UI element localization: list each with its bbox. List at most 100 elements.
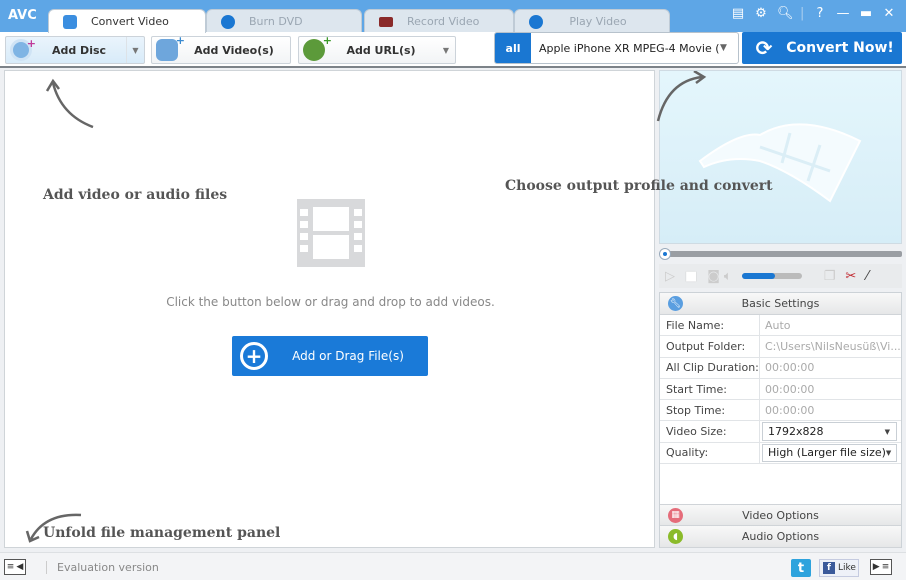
quality-value: High (Larger file size) [768, 446, 886, 460]
list-icon: ≡ [6, 562, 15, 572]
close-icon[interactable]: ✕ [882, 6, 896, 21]
arrow-left-icon: ◀ [16, 562, 24, 572]
output-folder-value: C:\Users\NilsNeusüß\Vi... [765, 339, 901, 353]
setting-label: All Clip Duration: [660, 357, 760, 378]
maximize-icon[interactable]: ▬ [859, 6, 873, 21]
hint-add-files: Add video or audio files [43, 187, 228, 203]
film-icon: ▦ [668, 507, 683, 523]
globe-icon: + [303, 34, 332, 61]
settings-panel: 🔧︎ Basic Settings File Name: Auto Output … [659, 292, 902, 548]
tab-record-video[interactable]: Record Video [364, 9, 514, 33]
chevron-down-icon[interactable]: ▼ [126, 37, 144, 63]
add-videos-label: Add Video(s) [194, 43, 274, 57]
disc-icon [221, 14, 235, 29]
refresh-icon: ⟳ [755, 36, 773, 60]
add-url-label: Add URL(s) [346, 43, 416, 57]
seek-track[interactable] [665, 251, 902, 257]
add-url-button[interactable]: + Add URL(s) ▼ [298, 34, 456, 64]
gear-icon[interactable]: ⚙ [754, 6, 768, 21]
help-icon[interactable]: ? [813, 6, 827, 21]
volume-slider[interactable] [741, 273, 802, 279]
unfold-panel-button[interactable]: ≡ ◀ [4, 559, 26, 575]
add-disc-button[interactable]: + Add Disc ▼ [5, 36, 145, 64]
video-size-value: 1792x828 [768, 425, 824, 439]
play-icon[interactable]: ▷ [665, 269, 675, 284]
status-bar: ≡ ◀ Evaluation version t f Like ▶ ≡ [0, 552, 906, 580]
basic-settings-header[interactable]: 🔧︎ Basic Settings [660, 293, 901, 315]
audio-options-header[interactable]: ◖ Audio Options [660, 526, 901, 548]
evaluation-label: Evaluation version [46, 561, 159, 574]
arrow-right-icon: ▶ [872, 562, 880, 572]
disc-icon: + [10, 37, 36, 61]
filmstrip-icon [698, 123, 862, 203]
file-list-area[interactable]: Add video or audio files Choose output p… [4, 70, 773, 548]
skin-icon[interactable]: ▤ [731, 6, 745, 21]
setting-clip-duration: All Clip Duration: 00:00:00 [660, 357, 901, 379]
key-icon[interactable]: 🔍︎ [777, 6, 794, 21]
setting-quality: Quality: High (Larger file size) ▼ [660, 442, 901, 465]
facebook-icon: f [823, 562, 835, 574]
add-or-drag-files-button[interactable]: + Add or Drag File(s) [232, 336, 428, 376]
setting-label: Start Time: [660, 378, 760, 400]
film-icon: + [156, 34, 185, 61]
plus-circle-icon: + [240, 342, 268, 370]
app-logo: AVC [8, 8, 37, 23]
hint-choose-profile: Choose output profile and convert [505, 178, 773, 194]
setting-label: Quality: [660, 442, 760, 464]
seek-handle[interactable] [659, 248, 671, 260]
tab-label: Play Video [569, 15, 627, 28]
magic-wand-icon[interactable]: ⁄ [866, 269, 868, 284]
setting-output-folder: Output Folder:C:\Users\NilsNeusüß\Vi...▬ [660, 336, 901, 358]
like-label: Like [838, 563, 856, 573]
twitter-icon[interactable]: t [791, 559, 811, 577]
video-size-select[interactable]: 1792x828 ▼ [762, 422, 897, 441]
convert-label: Convert Now! [786, 40, 894, 56]
file-name-field[interactable]: Auto [760, 315, 901, 335]
arrow-hint-icon [45, 78, 94, 129]
video-options-header[interactable]: ▦ Video Options [660, 504, 901, 526]
convert-icon [63, 14, 77, 29]
seek-bar[interactable] [659, 248, 902, 260]
stop-time-field[interactable]: 00:00:00 [760, 400, 901, 420]
tab-label: Convert Video [91, 15, 169, 28]
tab-burn-dvd[interactable]: Burn DVD [206, 9, 362, 33]
chevron-down-icon: ▼ [885, 448, 892, 457]
snapshot-icon[interactable]: ◙ [707, 269, 720, 284]
window-controls: ▤ ⚙ 🔍︎ | ? — ▬ ✕ [731, 6, 896, 21]
film-icon [297, 199, 365, 267]
overlay-icon[interactable]: ❐ [824, 269, 836, 284]
drop-instructions: Click the button below or drag and drop … [166, 295, 495, 309]
video-preview [656, 70, 902, 244]
tab-convert-video[interactable]: Convert Video [48, 9, 206, 33]
list-icon: ≡ [881, 562, 890, 572]
output-folder-field[interactable]: C:\Users\NilsNeusüß\Vi...▬ [760, 336, 901, 356]
section-title: Video Options [742, 508, 819, 522]
start-time-field[interactable]: 00:00:00 [760, 379, 901, 399]
quality-select[interactable]: High (Larger file size) ▼ [762, 443, 897, 463]
section-title: Audio Options [741, 530, 820, 543]
output-profile-select[interactable]: all Apple iPhone XR MPEG-4 Movie (*.m...… [494, 32, 739, 64]
toggle-right-panel-button[interactable]: ▶ ≡ [870, 559, 892, 575]
add-videos-button[interactable]: + Add Video(s) [151, 34, 291, 64]
tab-label: Burn DVD [249, 15, 303, 28]
convert-now-button[interactable]: ⟳ Convert Now! [742, 32, 902, 64]
volume-fill [741, 273, 775, 279]
hint-unfold-panel: Unfold file management panel [43, 525, 281, 541]
setting-label: Stop Time: [660, 400, 760, 421]
volume-icon[interactable]: 🔈︎ [724, 269, 732, 284]
facebook-like-button[interactable]: f Like [819, 559, 859, 577]
setting-video-size: Video Size: 1792x828 ▼ [660, 421, 901, 443]
tab-play-video[interactable]: Play Video [514, 9, 670, 33]
profile-value: Apple iPhone XR MPEG-4 Movie (*.m... [539, 41, 720, 55]
scissors-icon[interactable]: ✂ [845, 269, 856, 284]
play-icon [529, 14, 543, 29]
chevron-down-icon[interactable]: ▼ [437, 37, 455, 63]
divider: | [800, 6, 805, 21]
chevron-down-icon[interactable]: ▼ [720, 43, 738, 53]
setting-label: Video Size: [660, 421, 760, 442]
setting-label: File Name: [660, 315, 760, 336]
stop-icon[interactable]: ■ [685, 269, 697, 284]
minimize-icon[interactable]: — [836, 6, 850, 21]
title-bar: AVC Convert Video Burn DVD Record Video … [0, 0, 906, 33]
speaker-icon: ◖ [668, 529, 683, 544]
